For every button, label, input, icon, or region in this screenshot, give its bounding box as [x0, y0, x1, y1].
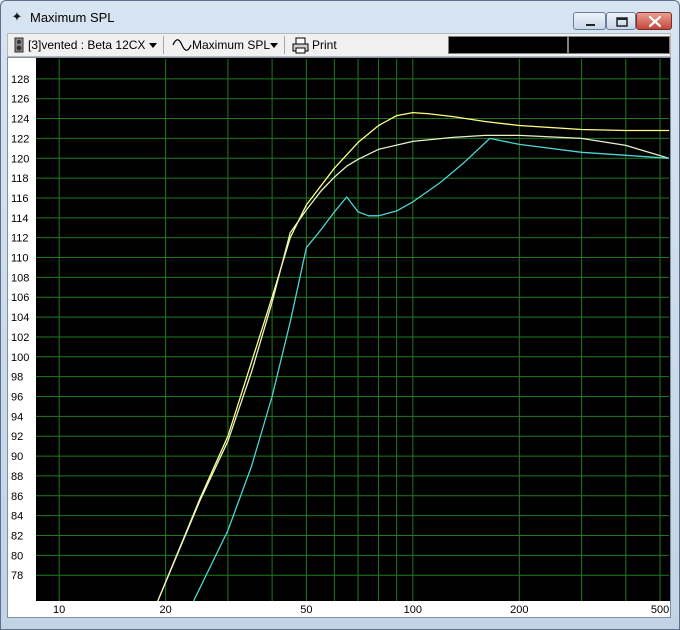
y-tick-label: 114	[11, 213, 29, 225]
sine-wave-icon	[172, 39, 192, 51]
y-tick-label: 108	[11, 272, 29, 284]
x-axis-strip	[8, 601, 670, 617]
y-tick-label: 82	[11, 530, 23, 542]
y-tick-label: 118	[11, 173, 29, 185]
toolbar-divider	[284, 36, 285, 54]
title-bar[interactable]: ✦ Maximum SPL	[1, 1, 679, 33]
y-tick-label: 110	[11, 253, 29, 265]
y-tick-label: 102	[11, 332, 29, 344]
cursor-readout-right	[568, 36, 670, 54]
plot-area[interactable]: 78 80 82 84 86 88 90 92 94 96 98 100 102 104 106 108 110…	[7, 57, 671, 618]
y-tick-label: 80	[11, 550, 23, 562]
close-icon	[648, 15, 662, 28]
spl-series-line-3	[193, 137, 669, 601]
driver-dropdown-icon[interactable]	[148, 37, 158, 53]
y-tick-label: 128	[11, 74, 29, 86]
y-tick-label: 122	[11, 133, 29, 145]
app-window: ✦ Maximum SPL [3]vented : Beta 12CX Maxi…	[0, 0, 680, 630]
x-tick-label: 50	[300, 604, 312, 616]
y-tick-label: 106	[11, 292, 29, 304]
y-tick-label: 88	[11, 471, 23, 483]
y-tick-label: 104	[11, 312, 29, 324]
y-tick-label: 98	[11, 372, 23, 384]
toolbar-divider	[163, 36, 164, 54]
x-tick-label: 10	[53, 604, 65, 616]
driver-icon	[14, 37, 24, 53]
spl-series-line-2	[157, 134, 669, 601]
cursor-readout-left	[448, 36, 568, 54]
y-tick-label: 90	[11, 451, 23, 463]
graph-type-select[interactable]: Maximum SPL	[192, 38, 270, 52]
x-tick-label: 20	[160, 604, 172, 616]
print-button[interactable]: Print	[312, 38, 337, 52]
maximize-icon	[616, 17, 628, 27]
driver-select[interactable]: [3]vented : Beta 12CX	[28, 38, 145, 52]
y-tick-label: 120	[11, 153, 29, 165]
y-tick-label: 116	[11, 193, 29, 205]
y-tick-label: 86	[11, 491, 23, 503]
window-title: Maximum SPL	[30, 10, 115, 25]
y-tick-label: 96	[11, 392, 23, 404]
y-tick-label: 78	[11, 570, 23, 582]
x-tick-label: 200	[510, 604, 528, 616]
minimize-button[interactable]	[573, 12, 606, 30]
x-tick-label: 500	[651, 604, 669, 616]
graph-dropdown-icon[interactable]	[269, 37, 279, 53]
y-tick-label: 94	[11, 411, 23, 423]
close-button[interactable]	[636, 12, 672, 30]
y-tick-label: 100	[11, 352, 29, 364]
printer-icon[interactable]	[292, 37, 310, 54]
minimize-icon	[586, 24, 595, 26]
y-tick-label: 126	[11, 94, 29, 106]
x-tick-label: 100	[404, 604, 422, 616]
spl-chart: 78 80 82 84 86 88 90 92 94 96 98 100 102 104 106 108 110…	[8, 58, 670, 617]
y-tick-label: 112	[11, 233, 29, 245]
y-tick-label: 124	[11, 114, 29, 126]
app-icon: ✦	[11, 9, 23, 24]
maximize-button[interactable]	[606, 12, 636, 30]
toolbar: [3]vented : Beta 12CX Maximum SPL Print	[7, 33, 671, 57]
y-tick-label: 92	[11, 431, 23, 443]
y-tick-label: 84	[11, 511, 23, 523]
